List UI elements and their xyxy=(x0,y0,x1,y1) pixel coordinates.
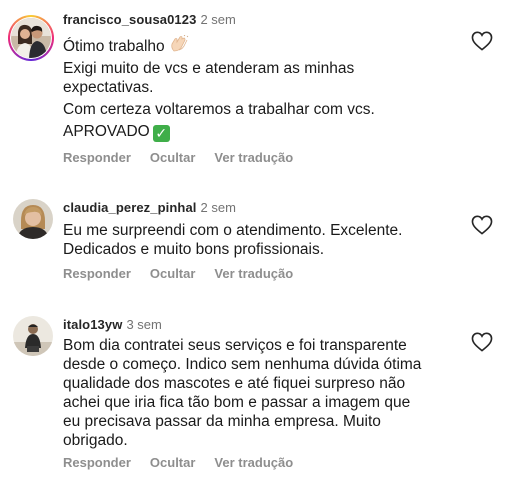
comment-item: italo13yw 3 sem Bom dia contratei seus se… xyxy=(0,300,510,486)
comment-line: Ótimo trabalho xyxy=(63,38,165,55)
username[interactable]: italo13yw xyxy=(63,317,122,332)
comment-header: claudia_perez_pinhal 2 sem xyxy=(63,200,236,216)
avatar-photo-icon xyxy=(13,316,53,356)
hide-button[interactable]: Ocultar xyxy=(150,455,196,470)
reply-button[interactable]: Responder xyxy=(63,455,131,470)
avatar[interactable] xyxy=(13,316,53,356)
heart-icon[interactable] xyxy=(471,215,493,235)
comment-header: italo13yw 3 sem xyxy=(63,317,162,333)
comment-item: francisco_sousa0123 2 sem Ótimo trabalho … xyxy=(0,0,510,180)
comment-line: Com certeza voltaremos a trabalhar com v… xyxy=(63,101,375,118)
comment-line: Bom dia contratei seus serviços e foi tr… xyxy=(63,337,422,449)
hide-button[interactable]: Ocultar xyxy=(150,150,196,165)
comment-text: Eu me surpreendi com o atendimento. Exce… xyxy=(63,221,423,262)
timestamp[interactable]: 2 sem xyxy=(201,200,236,215)
timestamp[interactable]: 2 sem xyxy=(200,12,235,27)
reply-button[interactable]: Responder xyxy=(63,266,131,281)
avatar[interactable] xyxy=(11,18,51,58)
heart-icon[interactable] xyxy=(471,31,493,51)
comment-line: Eu me surpreendi com o atendimento. Exce… xyxy=(63,222,403,258)
comment-actions: Responder Ocultar Ver tradução xyxy=(63,455,312,470)
avatar-photo-icon xyxy=(13,199,53,239)
translate-button[interactable]: Ver tradução xyxy=(214,455,293,470)
comment-actions: Responder Ocultar Ver tradução xyxy=(63,266,312,281)
username[interactable]: claudia_perez_pinhal xyxy=(63,200,197,215)
comment-header: francisco_sousa0123 2 sem xyxy=(63,12,236,28)
check-mark-button-icon: ✓ xyxy=(152,125,170,142)
hide-button[interactable]: Ocultar xyxy=(150,266,196,281)
avatar[interactable] xyxy=(13,199,53,239)
comment-line: Exigi muito de vcs e atenderam as minhas… xyxy=(63,60,355,96)
translate-button[interactable]: Ver tradução xyxy=(214,150,293,165)
comment-line: APROVADO xyxy=(63,123,150,140)
heart-icon[interactable] xyxy=(471,332,493,352)
avatar-photo-icon xyxy=(11,18,51,58)
timestamp[interactable]: 3 sem xyxy=(126,317,161,332)
comment-text: Bom dia contratei seus serviços e foi tr… xyxy=(63,336,423,453)
comment-item: claudia_perez_pinhal 2 sem Eu me surpreen… xyxy=(0,180,510,300)
translate-button[interactable]: Ver tradução xyxy=(214,266,293,281)
username[interactable]: francisco_sousa0123 xyxy=(63,12,196,27)
comment-actions: Responder Ocultar Ver tradução xyxy=(63,150,312,165)
reply-button[interactable]: Responder xyxy=(63,150,131,165)
clapping-hands-icon xyxy=(171,35,189,52)
comment-text: Ótimo trabalho Exigi muito de vcs e aten… xyxy=(63,35,423,145)
story-ring[interactable] xyxy=(8,15,54,61)
